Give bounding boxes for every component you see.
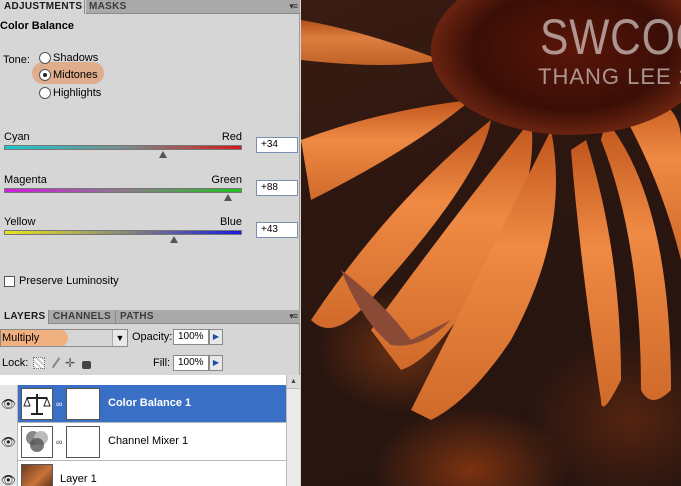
slider-thumb[interactable] [159, 151, 168, 158]
layers-tabbar: LAYERS CHANNELS PATHS ▾≡ [0, 310, 300, 325]
slider-track[interactable] [4, 230, 242, 235]
slider-left-label: Yellow [4, 216, 36, 228]
tab-paths[interactable]: PATHS [115, 310, 158, 324]
radio-shadows[interactable]: Shadows [39, 51, 98, 65]
radio-midtones[interactable]: Midtones [39, 68, 98, 82]
checkbox-label: Preserve Luminosity [19, 275, 119, 287]
layer-mask-thumbnail[interactable] [66, 426, 100, 458]
image-canvas[interactable]: SWCOO THANG LEE 2 [301, 0, 681, 486]
tab-masks[interactable]: MASKS [84, 0, 131, 14]
tab-layers[interactable]: LAYERS [0, 310, 50, 325]
radio-circle-selected[interactable] [39, 69, 51, 81]
layer-name[interactable]: Color Balance 1 [108, 397, 191, 409]
panel-menu-icon[interactable]: ▾≡ [289, 311, 298, 322]
opacity-label: Opacity: [132, 331, 173, 343]
tab-channels[interactable]: CHANNELS [48, 310, 115, 324]
lock-options: ✛ [33, 357, 91, 369]
adjustments-tabbar: ADJUSTMENTS MASKS ▾≡ [0, 0, 300, 15]
layer-row-channel-mixer[interactable]: 👁 ∞ Channel Mixer 1 [0, 423, 286, 461]
slider-value-field[interactable]: +88 [256, 180, 298, 196]
opacity-field[interactable]: 100% [173, 329, 209, 345]
layers-scrollbar[interactable]: ▲ [286, 375, 300, 486]
fill-label: Fill: [153, 357, 171, 369]
slider-track[interactable] [4, 188, 242, 193]
radio-label: Shadows [53, 52, 99, 64]
visibility-eye-icon[interactable]: 👁 [0, 461, 18, 486]
layer-name[interactable]: Channel Mixer 1 [108, 435, 188, 447]
slider-value-field[interactable]: +43 [256, 222, 298, 238]
panel-menu-icon[interactable]: ▾≡ [289, 1, 298, 12]
layer-name[interactable]: Layer 1 [60, 473, 97, 485]
slider-thumb[interactable] [223, 194, 232, 201]
layers-list: 👁 ∞ Color Balance 1 👁 ∞ Channel Mixer 1 … [0, 375, 286, 486]
tab-adjustments[interactable]: ADJUSTMENTS [0, 0, 87, 15]
chevron-down-icon[interactable]: ▼ [112, 330, 127, 346]
lock-transparency-icon[interactable] [33, 357, 45, 369]
lock-all-icon[interactable] [82, 361, 91, 369]
blend-mode-select[interactable]: Multiply ▼ [0, 329, 128, 347]
fill-field[interactable]: 100% [173, 355, 209, 371]
watermark-title: SWCOO [540, 9, 681, 65]
slider-right-label: Red [221, 131, 242, 143]
radio-label: Highlights [53, 87, 102, 99]
lock-paint-icon[interactable] [51, 357, 62, 369]
layer-row-color-balance[interactable]: 👁 ∞ Color Balance 1 [0, 385, 286, 423]
slider-left-label: Magenta [4, 174, 47, 186]
link-chain-icon[interactable]: ∞ [56, 437, 62, 447]
slider-right-label: Green [211, 174, 242, 186]
adjustment-title: Color Balance [0, 20, 74, 32]
blend-mode-value: Multiply [2, 332, 40, 344]
slider-thumb[interactable] [170, 236, 179, 243]
preserve-luminosity-checkbox[interactable] [4, 275, 15, 287]
slider-left-label: Cyan [4, 131, 30, 143]
photo-thumbnail [21, 464, 53, 486]
layer-row-layer-1[interactable]: 👁 Layer 1 [0, 461, 286, 486]
radio-circle[interactable] [39, 87, 51, 99]
radio-highlights[interactable]: Highlights [39, 86, 101, 100]
layer-mask-thumbnail[interactable] [66, 388, 100, 420]
slider-value-field[interactable]: +34 [256, 137, 298, 153]
slider-right-label: Blue [219, 216, 242, 228]
lock-move-icon[interactable]: ✛ [64, 357, 76, 369]
preserve-luminosity-option[interactable]: Preserve Luminosity [4, 275, 119, 287]
link-chain-icon[interactable]: ∞ [56, 399, 62, 409]
channel-mixer-icon [21, 426, 53, 458]
watermark-subtitle: THANG LEE 2 [538, 64, 681, 89]
slider-track[interactable] [4, 145, 242, 150]
lock-label: Lock: [2, 357, 29, 369]
visibility-eye-icon[interactable]: 👁 [0, 423, 18, 461]
radio-label: Midtones [53, 69, 98, 81]
adjustments-panel: ADJUSTMENTS MASKS ▾≡ Color Balance Tone:… [0, 0, 300, 486]
opacity-arrow-icon[interactable]: ▶ [209, 329, 223, 345]
fill-arrow-icon[interactable]: ▶ [209, 355, 223, 371]
radio-circle[interactable] [39, 52, 51, 64]
tone-label: Tone: [3, 54, 30, 66]
visibility-eye-icon[interactable]: 👁 [0, 385, 18, 423]
color-balance-scale-icon [21, 388, 53, 420]
scroll-up-icon[interactable]: ▲ [287, 375, 300, 389]
